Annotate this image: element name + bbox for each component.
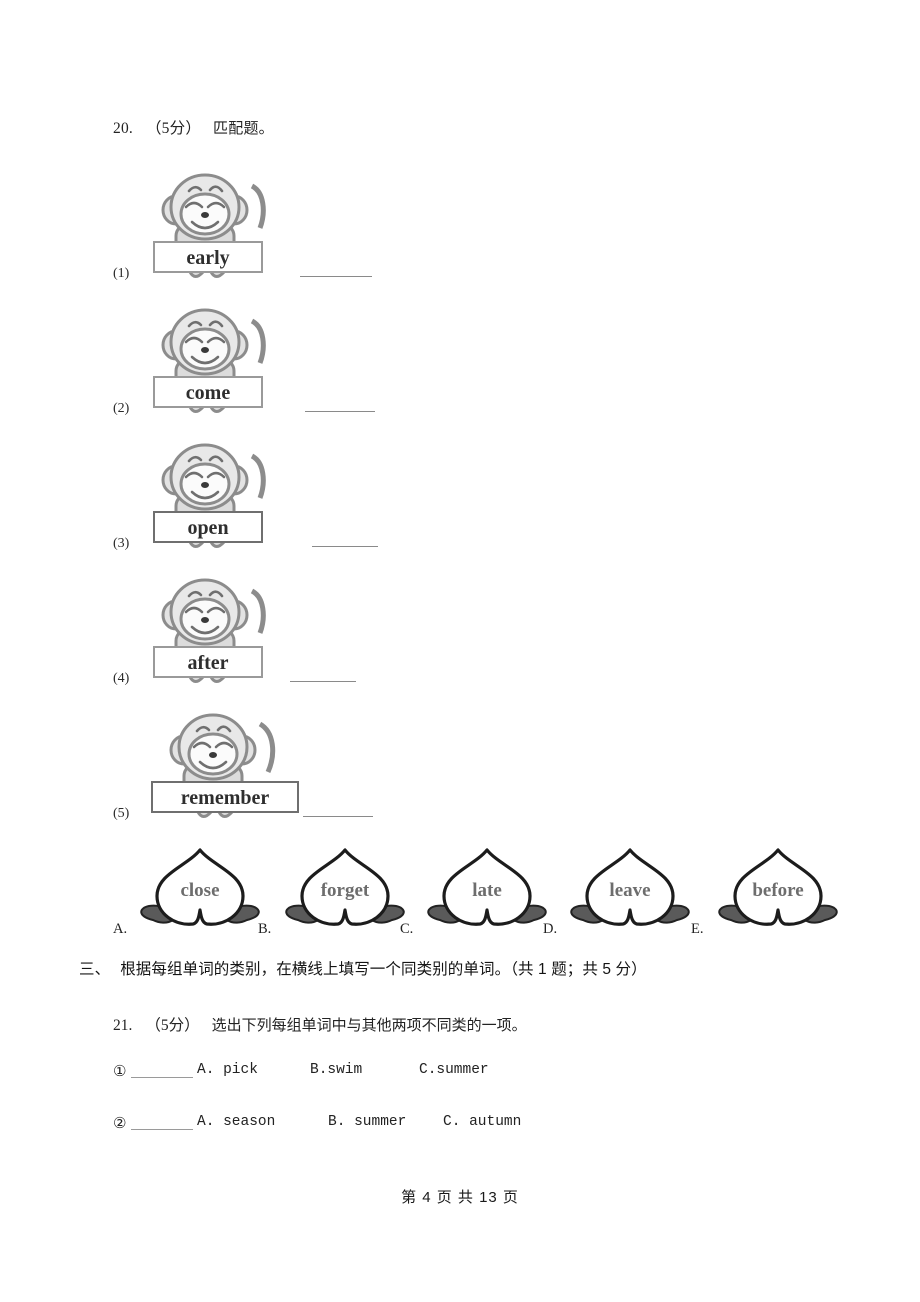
question-21-row: ② A. season B. summer C. autumn: [0, 1112, 920, 1164]
matching-row-label: (5): [113, 806, 130, 821]
matching-row: (2) come: [0, 290, 920, 425]
monkey-sign-word: after: [187, 652, 228, 674]
item-marker: ②: [113, 1115, 127, 1132]
monkey-sign-word: early: [186, 247, 229, 269]
monkey-sign-illustration: open: [148, 432, 278, 560]
option-letter: B.: [258, 921, 272, 937]
matching-answer-line[interactable]: [303, 816, 373, 817]
matching-row-label: (2): [113, 401, 130, 416]
matching-answer-line[interactable]: [312, 546, 378, 547]
matching-row-label: (4): [113, 671, 130, 686]
option-letter: D.: [543, 921, 558, 937]
peach-word: late: [472, 880, 502, 901]
monkey-icon: open: [153, 443, 266, 548]
section-3-number: 三、: [79, 961, 111, 978]
peach-icon: close: [140, 848, 260, 926]
question-20-prompt: 匹配题。: [213, 120, 274, 137]
monkey-sign-illustration: early: [148, 162, 278, 290]
monkey-sign-illustration: after: [148, 567, 278, 695]
peach-word: forget: [321, 880, 370, 901]
matching-row: (5) remember: [0, 695, 920, 830]
answer-blank[interactable]: [131, 1129, 193, 1130]
choice-b[interactable]: B. summer: [328, 1114, 406, 1130]
option-letter: A.: [113, 921, 128, 937]
matching-option[interactable]: A. close: [113, 842, 273, 938]
monkey-icon: remember: [151, 713, 299, 818]
question-21-row: ① A. pick B.swim C.summer: [0, 1060, 920, 1112]
matching-option[interactable]: D. leave: [543, 842, 703, 938]
question-20-number: 20.: [113, 120, 133, 137]
monkey-icon: after: [153, 578, 266, 683]
peach-word: before: [752, 880, 803, 901]
question-21-score: （5分）: [145, 1017, 200, 1034]
option-letter: C.: [400, 921, 414, 937]
question-21-header: 21. （5分） 选出下列每组单词中与其他两项不同类的一项。: [113, 1013, 527, 1035]
question-20-header: 20. （5分） 匹配题。: [113, 116, 274, 138]
section-3-title: 根据每组单词的类别，在横线上填写一个同类别的单词。（共 1 题；共 5 分）: [120, 961, 647, 978]
matching-answer-line[interactable]: [300, 276, 372, 277]
choice-c[interactable]: C.summer: [419, 1062, 489, 1078]
peach-word: leave: [609, 880, 650, 901]
choice-a[interactable]: A. pick: [197, 1062, 258, 1078]
section-3-heading: 三、 根据每组单词的类别，在横线上填写一个同类别的单词。（共 1 题；共 5 分）: [79, 957, 647, 979]
peach-icon: leave: [570, 848, 690, 926]
question-21-prompt: 选出下列每组单词中与其他两项不同类的一项。: [211, 1017, 527, 1034]
peach-illustration: close: [135, 844, 265, 936]
monkey-sign-illustration: remember: [148, 702, 308, 830]
exam-page: 20. （5分） 匹配题。 (1) early (2) come (3) ope…: [0, 0, 920, 1302]
monkey-sign-word: remember: [181, 787, 270, 809]
monkey-icon: early: [153, 173, 266, 278]
peach-illustration: forget: [280, 844, 410, 936]
page-footer: 第 4 页 共 13 页: [401, 1189, 519, 1206]
answer-blank[interactable]: [131, 1077, 193, 1078]
matching-options-row: A. close B. forget C. late D. leave E. b…: [0, 838, 920, 938]
matching-row-label: (1): [113, 266, 130, 281]
monkey-sign-word: open: [187, 517, 228, 539]
question-21-number: 21.: [113, 1017, 133, 1034]
monkey-sign-word: come: [186, 382, 231, 404]
matching-row: (1) early: [0, 155, 920, 290]
matching-row: (4) after: [0, 560, 920, 695]
peach-illustration: late: [422, 844, 552, 936]
choice-a[interactable]: A. season: [197, 1114, 275, 1130]
option-letter: E.: [691, 921, 704, 937]
matching-answer-line[interactable]: [305, 411, 375, 412]
matching-row-label: (3): [113, 536, 130, 551]
monkey-icon: come: [153, 308, 266, 413]
question-21-items: ① A. pick B.swim C.summer ② A. season B.…: [0, 1060, 920, 1164]
matching-items-list: (1) early (2) come (3) open (4) after (5…: [0, 155, 920, 830]
peach-word: close: [180, 880, 219, 901]
peach-illustration: leave: [565, 844, 695, 936]
matching-option[interactable]: E. before: [691, 842, 851, 938]
peach-icon: before: [718, 848, 838, 926]
peach-illustration: before: [713, 844, 843, 936]
question-20-score: （5分）: [145, 120, 202, 137]
item-marker: ①: [113, 1063, 127, 1080]
matching-answer-line[interactable]: [290, 681, 356, 682]
matching-option[interactable]: C. late: [400, 842, 560, 938]
choice-b[interactable]: B.swim: [310, 1062, 362, 1078]
matching-option[interactable]: B. forget: [258, 842, 418, 938]
peach-icon: forget: [285, 848, 405, 926]
matching-row: (3) open: [0, 425, 920, 560]
peach-icon: late: [427, 848, 547, 926]
monkey-sign-illustration: come: [148, 297, 278, 425]
choice-c[interactable]: C. autumn: [443, 1114, 521, 1130]
